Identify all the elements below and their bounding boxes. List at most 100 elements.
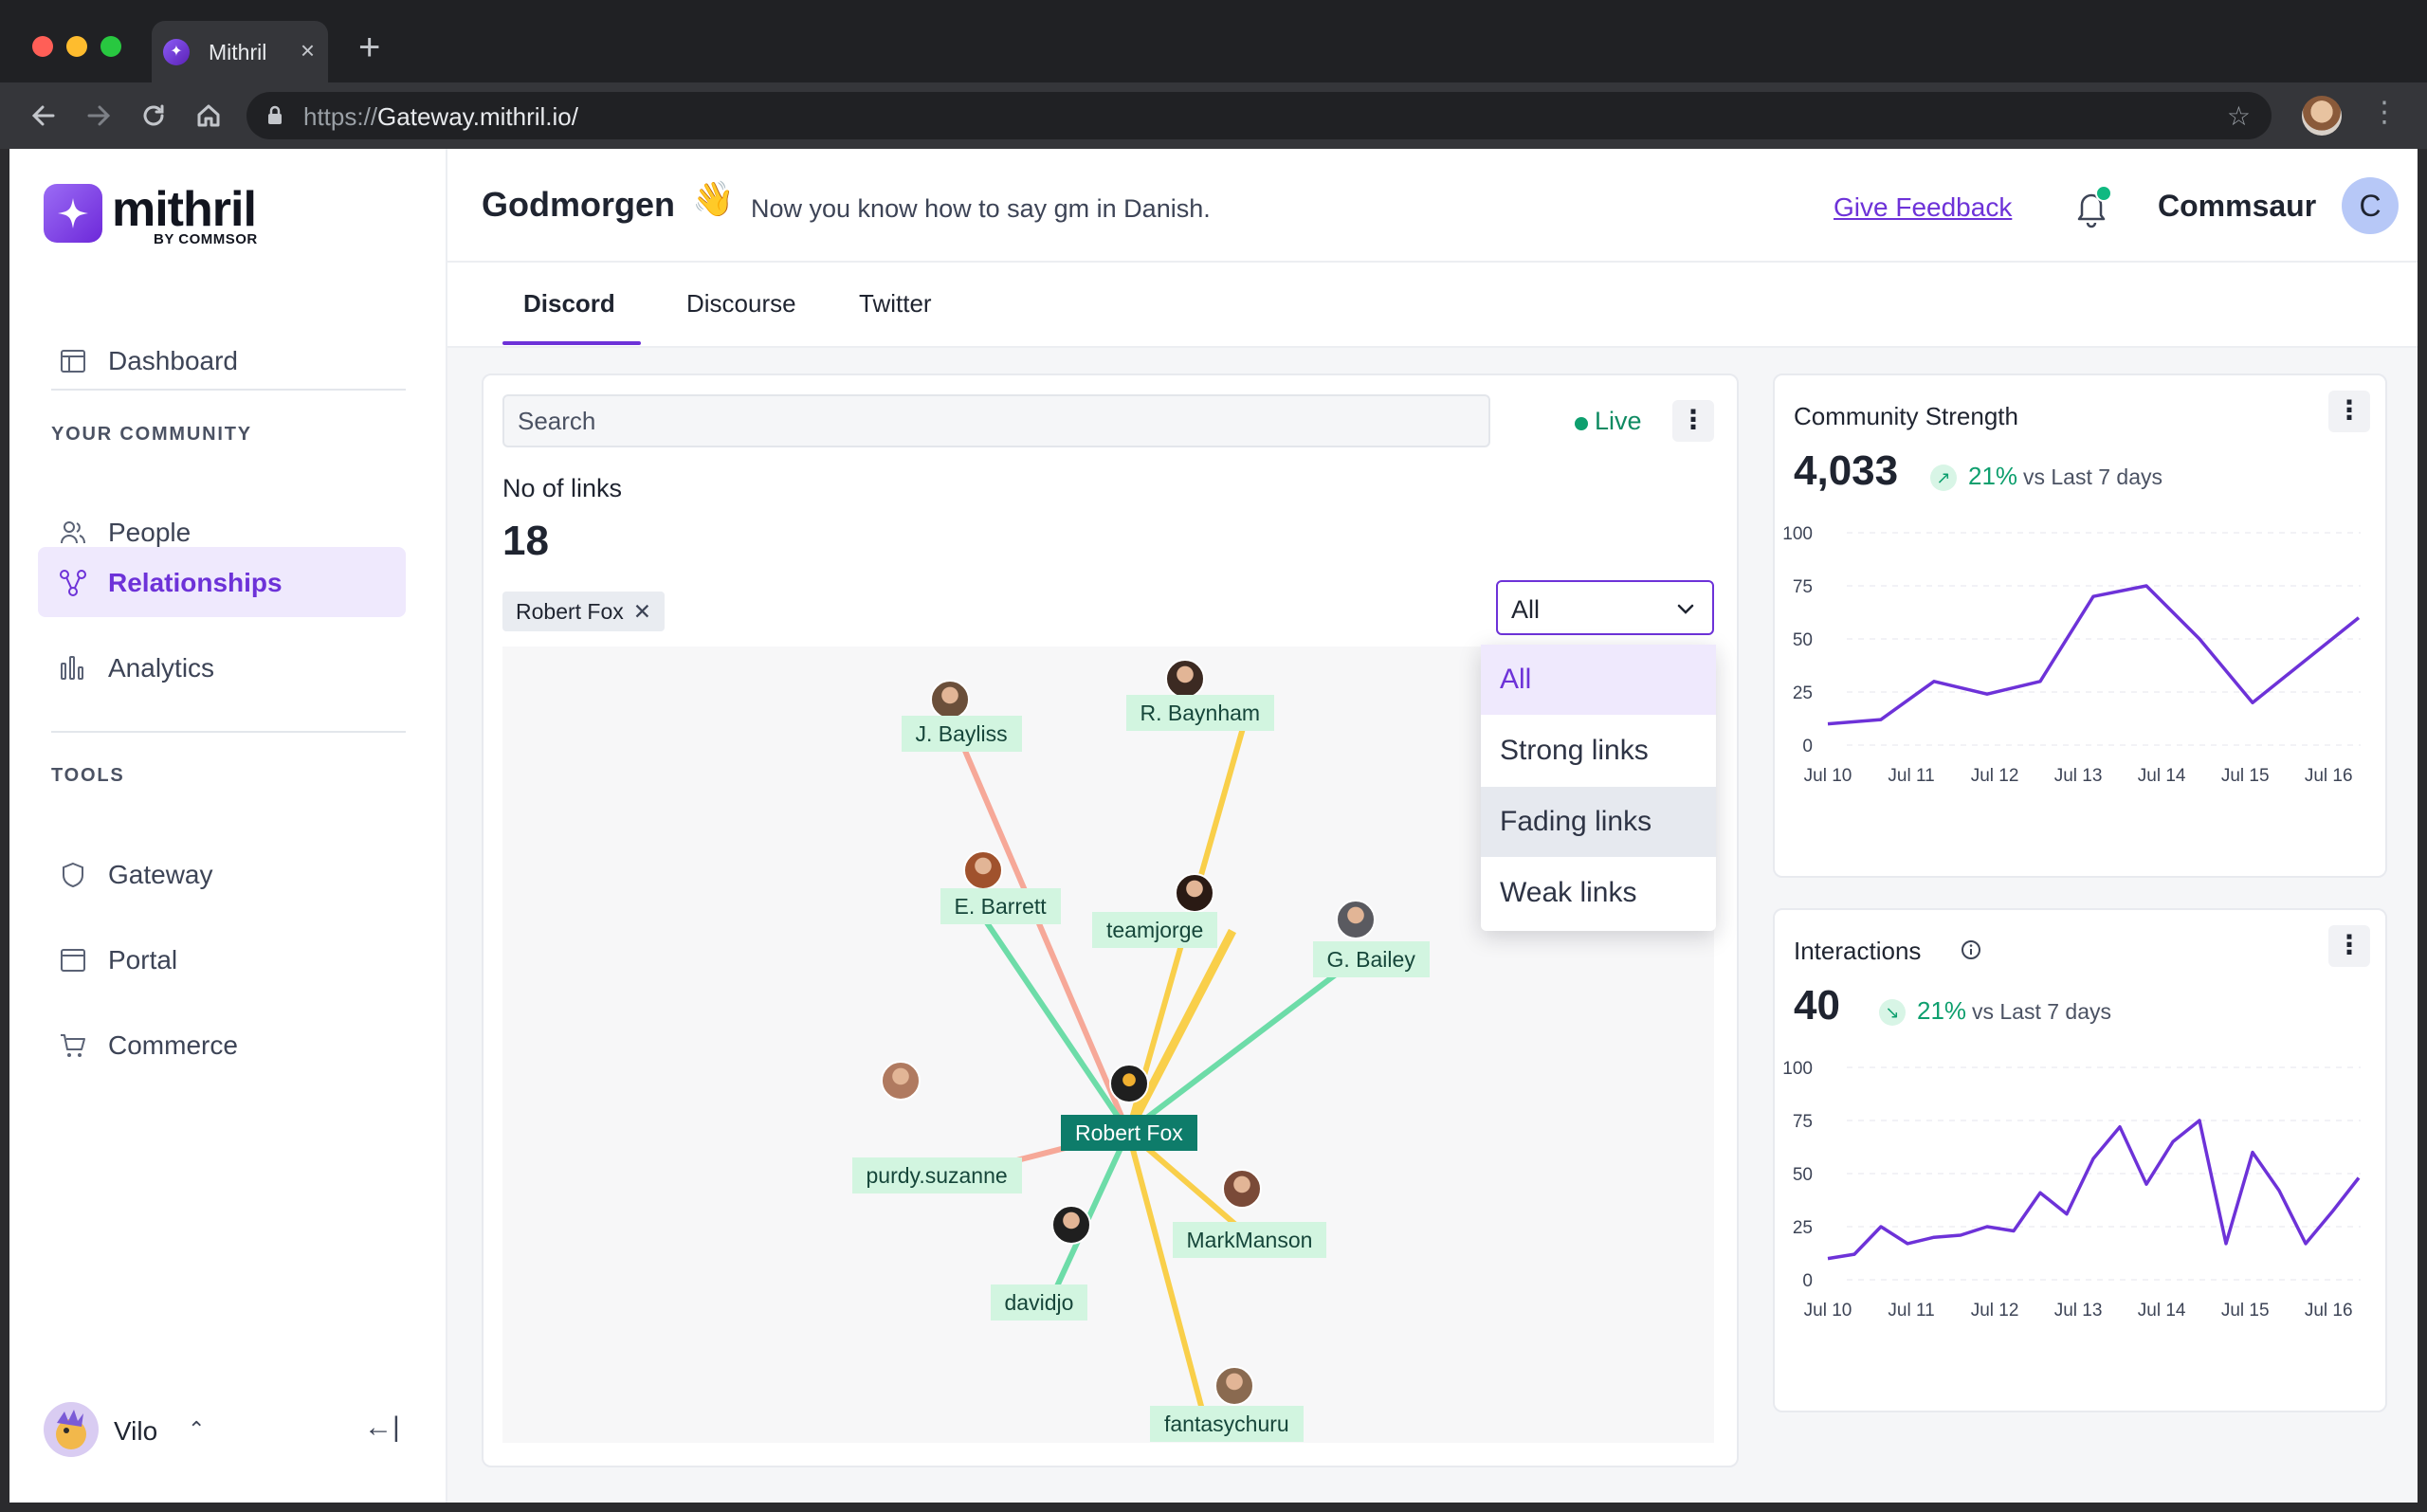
active-tab-indicator (502, 341, 641, 345)
card-more-options-icon[interactable]: ⋮ (2328, 925, 2370, 967)
header: Godmorgen 👋 Now you know how to say gm i… (447, 149, 2418, 263)
node-avatar[interactable] (1051, 1205, 1091, 1245)
dropdown-option-all[interactable]: All (1481, 645, 1716, 715)
x-tick-label: Jul 15 (2221, 1301, 2270, 1321)
home-icon[interactable] (192, 99, 226, 133)
section-label-community: YOUR COMMUNITY (51, 424, 252, 445)
new-tab-icon[interactable]: + (358, 28, 380, 66)
y-tick-label: 0 (1802, 737, 1813, 756)
tab-discord[interactable]: Discord (523, 289, 615, 319)
dropdown-option-weak[interactable]: Weak links (1481, 858, 1716, 928)
card-title: Community Strength (1794, 402, 2018, 430)
center-node-label[interactable]: Robert Fox (1061, 1115, 1197, 1151)
y-tick-label: 75 (1793, 577, 1813, 597)
lock-icon (268, 105, 282, 124)
community-strength-chart: 0 25 50 75 100 Jul 10 Jul 11 Jul 12 Jul 13 Jul 14… (1782, 524, 2361, 786)
chevron-up-icon[interactable]: ⌃ (188, 1417, 205, 1442)
graph-node-label[interactable]: teamjorge (1092, 912, 1218, 948)
trend-percent: 21% (1968, 462, 2018, 490)
links-count-label: No of links (502, 474, 623, 502)
graph-node-label[interactable]: R. Baynham (1125, 695, 1275, 731)
y-tick-label: 75 (1793, 1112, 1813, 1132)
search-input[interactable] (502, 394, 1490, 447)
node-avatar[interactable] (1165, 659, 1205, 699)
browser-tab[interactable]: ✦ Mithril × (152, 21, 328, 82)
x-tick-label: Jul 10 (1804, 1301, 1852, 1321)
community-strength-card: Community Strength ⋮ 4,033 ↗ 21% vs Last… (1773, 373, 2387, 878)
y-tick-label: 50 (1793, 1165, 1813, 1185)
node-avatar[interactable] (1214, 1366, 1254, 1406)
graph-node-label[interactable]: fantasychuru (1150, 1406, 1304, 1442)
node-avatar[interactable] (1175, 873, 1214, 913)
dropdown-option-strong[interactable]: Strong links (1481, 716, 1716, 786)
stat-value: 4,033 (1794, 447, 1899, 494)
sidebar-item-dashboard[interactable]: Dashboard (38, 325, 406, 395)
node-avatar[interactable] (881, 1061, 921, 1101)
sidebar-item-commerce[interactable]: Commerce (38, 1010, 406, 1080)
user-name[interactable]: Vilo (114, 1416, 157, 1447)
bookmark-star-icon[interactable]: ☆ (2227, 100, 2251, 132)
sidebar-item-analytics[interactable]: Analytics (38, 632, 406, 702)
chart-series-line (1827, 584, 2361, 726)
dropdown-option-fading[interactable]: Fading links (1481, 787, 1716, 857)
graph-node-label[interactable]: E. Barrett (940, 888, 1061, 924)
sidebar-item-portal[interactable]: Portal (38, 924, 406, 994)
sidebar-item-label: Relationships (108, 568, 283, 597)
graph-more-options-icon[interactable]: ⋮ (1672, 400, 1714, 442)
card-more-options-icon[interactable]: ⋮ (2328, 391, 2370, 432)
sidebar-divider (51, 389, 406, 391)
cart-icon (61, 1034, 85, 1057)
give-feedback-link[interactable]: Give Feedback (1834, 192, 2012, 223)
browser-menu-icon[interactable]: ⋮ (2370, 96, 2399, 129)
close-tab-icon[interactable]: × (301, 36, 315, 64)
graph-node-label[interactable]: davidjo (990, 1284, 1088, 1321)
x-tick-label: Jul 16 (2305, 766, 2353, 786)
graph-node-label[interactable]: J. Bayliss (901, 716, 1022, 752)
tab-twitter[interactable]: Twitter (859, 289, 932, 319)
x-tick-label: Jul 13 (2054, 766, 2103, 786)
org-avatar[interactable]: C (2342, 177, 2399, 234)
user-avatar[interactable] (44, 1402, 99, 1457)
people-icon (61, 521, 85, 544)
back-arrow-icon[interactable] (27, 99, 61, 133)
graph-node-label[interactable]: MarkManson (1172, 1222, 1327, 1258)
reload-icon[interactable] (137, 99, 171, 133)
graph-edge (1124, 928, 1236, 1135)
sidebar-item-label: Dashboard (108, 346, 238, 375)
browser-toolbar: https://Gateway.mithril.io/ ☆ ⋮ (0, 82, 2427, 149)
graph-node-label[interactable]: G. Bailey (1312, 941, 1430, 977)
node-avatar[interactable] (1336, 900, 1376, 939)
org-name[interactable]: Commsaur (2158, 189, 2316, 224)
y-tick-label: 100 (1782, 1059, 1813, 1079)
filter-chip[interactable]: Robert Fox ✕ (502, 592, 666, 631)
y-tick-label: 50 (1793, 630, 1813, 650)
minimize-window-button[interactable] (66, 36, 87, 57)
maximize-window-button[interactable] (100, 36, 121, 57)
link-strength-select[interactable]: All (1496, 580, 1714, 635)
forward-arrow-icon[interactable] (82, 99, 116, 133)
link-strength-dropdown: All Strong links Fading links Weak links (1481, 645, 1716, 931)
center-node-avatar[interactable] (1109, 1064, 1149, 1103)
x-tick-label: Jul 11 (1888, 766, 1934, 786)
sidebar-item-gateway[interactable]: Gateway (38, 839, 406, 909)
logo-subtitle: BY COMMSOR (154, 231, 258, 247)
sidebar-item-relationships[interactable]: Relationships (38, 547, 406, 617)
layout-icon (61, 350, 85, 373)
close-window-button[interactable] (32, 36, 53, 57)
x-tick-label: Jul 11 (1888, 1301, 1934, 1321)
interactions-card: Interactions ⋮ 40 ↘ 21% vs Last 7 days 0… (1773, 908, 2387, 1412)
info-icon[interactable] (1961, 939, 1981, 960)
node-avatar[interactable] (930, 680, 970, 720)
live-status: Live (1595, 407, 1642, 435)
node-avatar[interactable] (1222, 1169, 1262, 1209)
graph-node-label[interactable]: purdy.suzanne (851, 1157, 1022, 1193)
browser-profile-avatar[interactable] (2302, 96, 2342, 136)
tab-discourse[interactable]: Discourse (686, 289, 796, 319)
address-bar[interactable]: https://Gateway.mithril.io/ ☆ (246, 92, 2272, 139)
x-tick-label: Jul 14 (2138, 1301, 2186, 1321)
collapse-sidebar-icon[interactable]: ←| (364, 1412, 400, 1444)
node-avatar[interactable] (963, 850, 1003, 890)
remove-filter-icon[interactable]: ✕ (633, 599, 651, 624)
stat-value: 40 (1794, 982, 1840, 1029)
x-tick-label: Jul 13 (2054, 1301, 2103, 1321)
